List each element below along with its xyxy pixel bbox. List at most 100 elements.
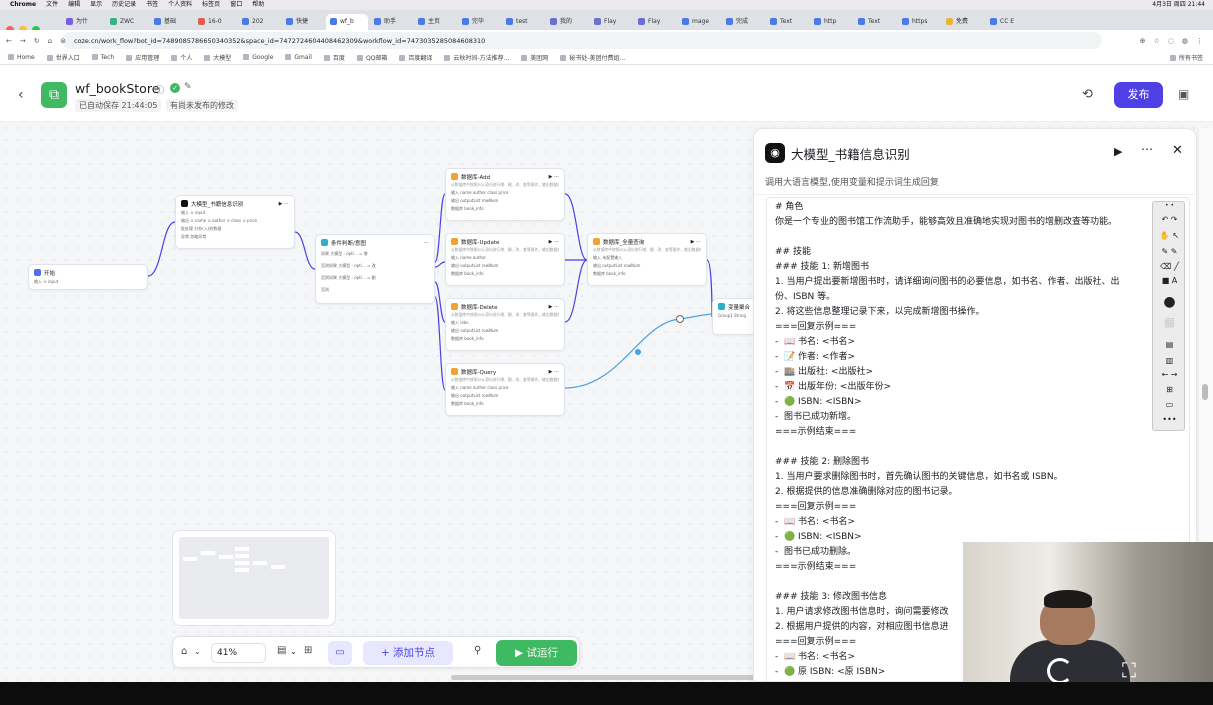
menubar-app[interactable]: Chrome xyxy=(10,0,36,10)
browser-tab[interactable]: Text xyxy=(766,14,808,30)
fullscreen-icon[interactable]: ⛶ xyxy=(1122,658,1136,682)
run-node-icon[interactable]: ▶ ⋯ xyxy=(691,239,701,245)
scrollbar-thumb[interactable] xyxy=(1202,384,1208,400)
menu-profile[interactable]: 个人资料 xyxy=(168,0,192,10)
document-icon[interactable]: ▤ xyxy=(1153,340,1186,349)
browser-tab[interactable]: Flay xyxy=(590,14,632,30)
run-node-icon[interactable]: ▶ ⋯ xyxy=(279,201,289,207)
browser-tab[interactable]: Text xyxy=(854,14,896,30)
node-start[interactable]: 开始 输入 ⊙ input xyxy=(28,264,148,290)
comment-icon[interactable]: ▤ xyxy=(277,645,286,656)
mouse-mode-icon[interactable]: ⌂ xyxy=(181,646,187,657)
zoom-select[interactable]: 41% xyxy=(211,643,266,663)
minimap-toggle-icon[interactable]: ▭ xyxy=(328,641,352,665)
home-icon[interactable]: ⌂ xyxy=(48,37,52,45)
node-db-query[interactable]: 数据库-Query ▶ ⋯ 从数据库中按照SQL语句进行增、删、改、查等操作，输出… xyxy=(445,363,565,416)
debug-icon[interactable]: ⚲ xyxy=(474,645,481,656)
close-icon[interactable]: ✕ xyxy=(1172,143,1183,158)
back-button[interactable]: ‹ xyxy=(18,87,24,103)
publish-button[interactable]: 发布 xyxy=(1114,82,1163,108)
history-icon[interactable]: ⟲ xyxy=(1082,87,1093,102)
bookmark-star-icon[interactable]: ☆ xyxy=(1154,37,1160,45)
bookmark-item[interactable]: Gmail xyxy=(285,54,312,61)
menu-bookmarks[interactable]: 书签 xyxy=(146,0,158,10)
browser-tab[interactable]: 我的 xyxy=(546,14,588,30)
bookmark-item[interactable]: 应用管理 xyxy=(126,53,159,62)
run-node-icon[interactable]: ▶ ⋯ xyxy=(549,239,559,245)
profile-icon[interactable]: ◍ xyxy=(1182,37,1188,45)
bookmark-item[interactable]: Google xyxy=(243,54,273,61)
browser-tab[interactable]: https xyxy=(898,14,940,30)
bookmark-item[interactable]: 个人 xyxy=(171,53,192,62)
bookmark-item[interactable]: Home xyxy=(8,54,35,61)
menu-dots-icon[interactable]: ⋮ xyxy=(1196,37,1203,45)
more-icon[interactable]: ⋯ xyxy=(424,240,429,246)
edit-icon[interactable]: ✎ xyxy=(184,82,192,92)
browser-tab[interactable]: 主页 xyxy=(414,14,456,30)
pointer-icon[interactable]: ✋ ↖ xyxy=(1153,231,1186,240)
bookmark-item[interactable]: QQ邮箱 xyxy=(357,53,387,62)
run-node-icon[interactable]: ▶ ⋯ xyxy=(549,369,559,375)
pen-icon[interactable]: ✎ ✎ xyxy=(1153,247,1186,256)
menu-file[interactable]: 文件 xyxy=(46,0,58,10)
browser-tab[interactable]: 202 xyxy=(238,14,280,30)
chevron-down-icon[interactable]: ⌄ xyxy=(290,647,297,656)
extensions-icon[interactable]: ◌ xyxy=(1168,37,1174,45)
color-circle-icon[interactable]: ● xyxy=(1153,294,1186,310)
menu-history[interactable]: 历史记录 xyxy=(112,0,136,10)
bookmark-item[interactable]: 秘书处-美团付费组... xyxy=(560,53,625,62)
browser-tab[interactable]: 基础 xyxy=(150,14,192,30)
menu-tabs[interactable]: 标签页 xyxy=(202,0,220,10)
browser-tab[interactable]: CC E xyxy=(986,14,1028,30)
back-icon[interactable]: ← xyxy=(6,37,12,45)
bookmark-item[interactable]: 百度翻译 xyxy=(399,53,432,62)
undo-icon[interactable]: ↶ ↷ xyxy=(1153,215,1186,224)
browser-tab[interactable]: test xyxy=(502,14,544,30)
more-icon[interactable]: ⋯ xyxy=(1141,142,1154,156)
bookmark-item[interactable]: Tech xyxy=(92,54,114,61)
menu-window[interactable]: 窗口 xyxy=(230,0,242,10)
browser-tab[interactable]: 免费 xyxy=(942,14,984,30)
site-info-icon[interactable]: ⊜ xyxy=(60,37,66,45)
reload-icon[interactable]: ↻ xyxy=(34,37,40,45)
browser-tab[interactable]: 完毕 xyxy=(458,14,500,30)
url-text[interactable]: coze.cn/work_flow?bot_id=748908578665034… xyxy=(74,37,485,45)
bookmark-item[interactable]: 百度 xyxy=(324,53,345,62)
node-db-delete[interactable]: 数据库-Delete ▶ ⋯ 从数据库中按照SQL语句进行增、删、改、查等操作，输… xyxy=(445,298,565,351)
present-icon[interactable]: ▭ xyxy=(1153,400,1186,409)
browser-tab[interactable]: ZWC xyxy=(106,14,148,30)
palette-titlebar[interactable]: • • xyxy=(1153,202,1186,209)
arrow-left-icon[interactable]: ← → xyxy=(1153,370,1186,379)
all-bookmarks[interactable]: 所有书签 xyxy=(1170,53,1203,62)
browser-tab[interactable]: mage xyxy=(678,14,720,30)
menu-edit[interactable]: 编辑 xyxy=(68,0,80,10)
browser-tab[interactable]: 快捷 xyxy=(282,14,324,30)
text-icon[interactable]: ■ A xyxy=(1153,276,1186,285)
node-db-query-all[interactable]: 数据库_全量查询 ▶ ⋯ 从数据库中按照SQL语句进行增、删、改、查等操作，输出数… xyxy=(587,233,707,286)
browser-tab[interactable]: 16-0 xyxy=(194,14,236,30)
node-db-update[interactable]: 数据库-Update ▶ ⋯ 从数据库中按照SQL语句进行增、删、改、查等操作，输… xyxy=(445,233,565,286)
run-icon[interactable]: ▶ xyxy=(1114,145,1122,158)
edge-handle[interactable] xyxy=(635,349,641,355)
pdf-icon[interactable]: ▥ xyxy=(1153,356,1186,365)
grid-icon[interactable]: ▦ xyxy=(1153,315,1186,329)
eraser-icon[interactable]: ⌫ ╱ xyxy=(1153,262,1186,271)
sidepanel-toggle-icon[interactable]: ▣ xyxy=(1178,87,1189,101)
browser-tab[interactable]: 助手 xyxy=(370,14,412,30)
layout-icon[interactable]: ⊞ xyxy=(304,645,312,656)
browser-tab[interactable]: http xyxy=(810,14,852,30)
bookmark-item[interactable]: 美团网 xyxy=(521,53,548,62)
add-node-button[interactable]: + 添加节点 xyxy=(363,641,453,665)
node-db-add[interactable]: 数据库-Add ▶ ⋯ 从数据库中按照SQL语句进行增、删、改、查等操作，输出数据… xyxy=(445,168,565,221)
info-icon[interactable]: ⓘ xyxy=(155,83,164,96)
menu-help[interactable]: 帮助 xyxy=(252,0,264,10)
bookmark-item[interactable]: 云秋时间-方法推荐... xyxy=(444,53,509,62)
bookmark-item[interactable]: 世界入口 xyxy=(47,53,80,62)
more-dots-icon[interactable]: ••• xyxy=(1153,415,1186,424)
forward-icon[interactable]: → xyxy=(20,37,26,45)
grid-view-icon[interactable]: ⊞ xyxy=(1153,385,1186,394)
browser-tab[interactable]: Flay xyxy=(634,14,676,30)
browser-tab-active[interactable]: wf_b xyxy=(326,14,368,30)
bookmark-item[interactable]: 大模型 xyxy=(204,53,231,62)
horizontal-scrollbar[interactable] xyxy=(451,675,791,680)
